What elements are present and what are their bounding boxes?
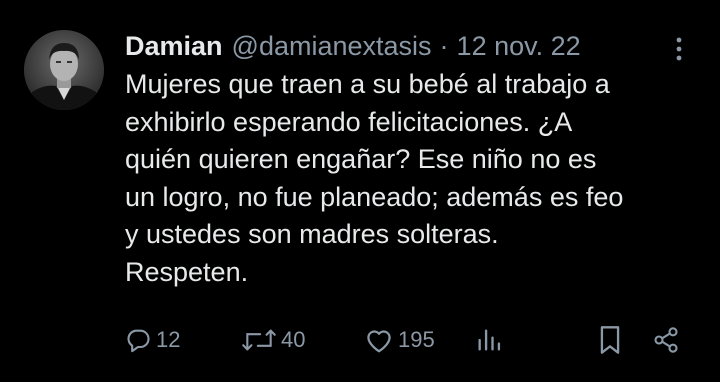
more-vertical-icon bbox=[676, 37, 682, 61]
share-button[interactable] bbox=[652, 320, 680, 360]
reply-button[interactable]: 12 bbox=[124, 320, 180, 360]
avatar[interactable] bbox=[24, 30, 104, 110]
tweet-header: Damian @damianextasis · 12 nov. 22 bbox=[125, 28, 581, 64]
tweet-actions: 12 40 195 bbox=[0, 320, 720, 360]
bookmark-icon bbox=[600, 326, 620, 354]
views-chart-icon bbox=[478, 329, 501, 351]
tweet-date[interactable]: 12 nov. 22 bbox=[457, 28, 581, 64]
views-button[interactable] bbox=[476, 320, 502, 360]
tweet-text: Mujeres que traen a su bebé al trabajo a… bbox=[125, 69, 624, 287]
bookmark-button[interactable] bbox=[598, 320, 622, 360]
share-icon bbox=[654, 327, 678, 353]
author-handle[interactable]: @damianextasis bbox=[232, 28, 432, 64]
retweet-count: 40 bbox=[281, 327, 306, 352]
retweet-icon bbox=[242, 329, 276, 351]
avatar-photo bbox=[24, 30, 104, 110]
separator-dot: · bbox=[439, 31, 449, 61]
retweet-button[interactable]: 40 bbox=[241, 320, 305, 360]
reply-icon bbox=[127, 329, 150, 353]
author-name[interactable]: Damian bbox=[125, 28, 223, 64]
tweet-card[interactable]: Damian @damianextasis · 12 nov. 22 Mujer… bbox=[0, 0, 720, 382]
heart-icon bbox=[367, 330, 391, 353]
like-count: 195 bbox=[398, 327, 435, 352]
like-button[interactable]: 195 bbox=[364, 320, 435, 360]
reply-count: 12 bbox=[156, 327, 181, 352]
more-options-button[interactable] bbox=[664, 34, 694, 64]
